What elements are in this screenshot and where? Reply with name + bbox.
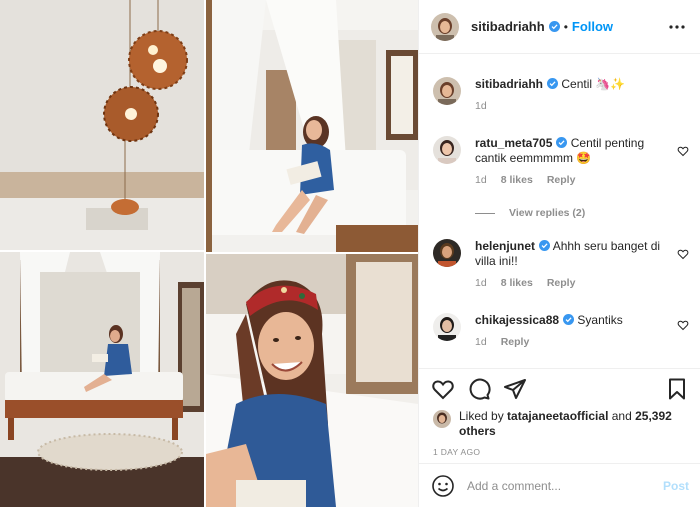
avatar[interactable] — [433, 136, 461, 164]
post-timestamp: 1 DAY AGO — [433, 447, 481, 457]
divider — [475, 212, 495, 214]
photo-woman-smiling — [206, 254, 418, 507]
liker-username[interactable]: tatajaneetaofficial — [507, 409, 608, 423]
avatar[interactable] — [433, 77, 461, 105]
photo-canopy-bed-room — [0, 252, 204, 507]
post-header: sitibadriahh • Follow — [419, 0, 700, 54]
photo-woman-on-bed — [206, 0, 418, 252]
comment-input[interactable] — [467, 478, 663, 493]
comment-icon[interactable] — [467, 377, 491, 401]
view-replies-label: View replies (2) — [509, 207, 586, 219]
comment-username[interactable]: helenjunet — [475, 239, 535, 253]
verified-icon — [539, 240, 551, 251]
avatar[interactable] — [433, 239, 461, 267]
post-photo-collage[interactable] — [0, 0, 418, 507]
reply-button[interactable]: Reply — [547, 174, 576, 186]
avatar[interactable] — [433, 410, 451, 428]
comment-age: 1d — [475, 336, 487, 348]
heart-icon[interactable] — [431, 377, 455, 401]
heart-icon[interactable] — [677, 248, 689, 260]
bookmark-icon[interactable] — [665, 377, 689, 401]
post-button[interactable]: Post — [663, 479, 689, 493]
add-comment-bar: Post — [419, 463, 700, 507]
comment-likes[interactable]: 8 likes — [501, 277, 533, 289]
share-icon[interactable] — [503, 377, 527, 401]
post-side-panel: sitibadriahh • Follow sitibadriahh Centi… — [418, 0, 700, 507]
likes-middle: and — [608, 409, 636, 423]
likes-prefix: Liked by — [459, 409, 508, 423]
caption-age: 1d — [475, 100, 487, 112]
verified-icon — [548, 21, 560, 32]
avatar[interactable] — [433, 313, 461, 341]
caption-username[interactable]: sitibadriahh — [475, 77, 543, 91]
comment-text: Syantiks — [577, 313, 623, 327]
verified-icon — [556, 137, 568, 148]
caption: sitibadriahh Centil 🦄✨ 1d — [433, 77, 691, 112]
verified-icon — [547, 78, 559, 89]
action-bar: Liked by tatajaneetaofficial and 25,392 … — [419, 368, 700, 457]
heart-icon[interactable] — [677, 319, 689, 331]
comment-item: ratu_meta705 Centil penting cantik eemmm… — [433, 136, 691, 186]
avatar[interactable] — [431, 12, 459, 41]
separator-dot: • — [563, 19, 568, 34]
comment-username[interactable]: chikajessica88 — [475, 313, 559, 327]
reply-button[interactable]: Reply — [547, 277, 576, 289]
comment-age: 1d — [475, 174, 487, 186]
view-replies-button[interactable]: View replies (2) — [475, 207, 585, 219]
comment-item: chikajessica88 Syantiks 1d Reply — [433, 313, 691, 348]
comment-username[interactable]: ratu_meta705 — [475, 136, 552, 150]
follow-button[interactable]: Follow — [572, 19, 613, 34]
caption-text: Centil 🦄✨ — [561, 77, 626, 91]
reply-button[interactable]: Reply — [501, 336, 530, 348]
comment-item: helenjunet Ahhh seru banget di villa ini… — [433, 239, 691, 289]
comments-list: sitibadriahh Centil 🦄✨ 1d ratu_meta705 C… — [419, 55, 700, 367]
emoji-icon[interactable] — [431, 474, 455, 498]
comment-age: 1d — [475, 277, 487, 289]
likes-summary: Liked by tatajaneetaofficial and 25,392 … — [419, 409, 700, 445]
verified-icon — [563, 314, 575, 325]
more-icon[interactable] — [666, 16, 688, 38]
photo-rattan-lamps — [0, 0, 204, 250]
instagram-post: sitibadriahh • Follow sitibadriahh Centi… — [0, 0, 700, 507]
comment-likes[interactable]: 8 likes — [501, 174, 533, 186]
post-author-username[interactable]: sitibadriahh — [471, 19, 545, 34]
heart-icon[interactable] — [677, 145, 689, 157]
